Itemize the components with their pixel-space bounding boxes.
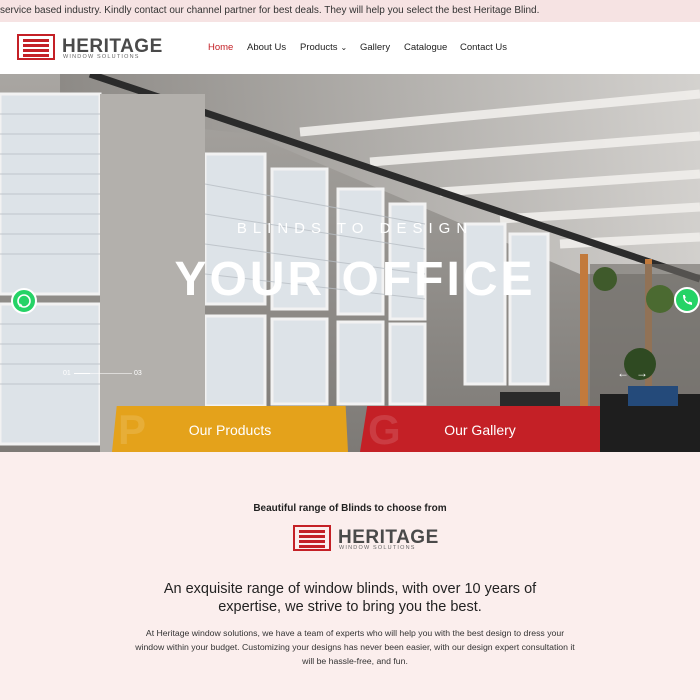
- slide-total: 03: [134, 370, 142, 377]
- phone-icon[interactable]: [674, 287, 700, 313]
- section-body-text: At Heritage window solutions, we have a …: [135, 628, 575, 666]
- whatsapp-icon[interactable]: [11, 288, 37, 314]
- nav-contact-us[interactable]: Contact Us: [460, 42, 507, 53]
- hero-subtitle: BLINDS TO DESIGN: [236, 220, 474, 237]
- section-logo-tagline: WINDOW SOLUTIONS: [339, 545, 416, 551]
- cta-products-watermark: P: [118, 406, 147, 452]
- slide-progress-fill: [74, 373, 90, 374]
- hero-slider: BLINDS TO DESIGN YOUR OFFICE 01 03 ← → P…: [0, 74, 700, 452]
- arrow-right-icon[interactable]: →: [636, 366, 648, 380]
- nav-catalogue[interactable]: Catalogue: [404, 42, 447, 53]
- section-kicker: Beautiful range of Blinds to choose from: [253, 503, 447, 514]
- window-blind-icon: [293, 525, 331, 551]
- nav-products-label: Products: [300, 42, 338, 53]
- window-blind-icon: [17, 34, 55, 60]
- our-gallery-label: Our Gallery: [444, 422, 516, 438]
- site-header: HERITAGE WINDOW SOLUTIONS Home About Us …: [0, 22, 700, 74]
- nav-gallery[interactable]: Gallery: [360, 42, 390, 53]
- nav-home[interactable]: Home: [208, 42, 233, 53]
- cta-gallery-watermark: G: [368, 406, 401, 452]
- nav-about-us[interactable]: About Us: [247, 42, 286, 53]
- chevron-down-icon: ⌄: [340, 43, 348, 52]
- slide-current: 01: [63, 370, 71, 377]
- our-products-label: Our Products: [188, 422, 272, 438]
- site-logo[interactable]: HERITAGE WINDOW SOLUTIONS: [17, 34, 162, 62]
- our-gallery-button[interactable]: G Our Gallery: [360, 406, 600, 452]
- section-heading: An exquisite range of window blinds, wit…: [163, 581, 537, 615]
- logo-tagline: WINDOW SOLUTIONS: [63, 54, 140, 60]
- section-logo: HERITAGE WINDOW SOLUTIONS: [293, 525, 438, 553]
- our-products-button[interactable]: P Our Products: [112, 406, 348, 452]
- announcement-text: service based industry. Kindly contact o…: [0, 5, 540, 16]
- hero-title: YOUR OFFICE: [174, 253, 536, 306]
- arrow-left-icon[interactable]: ←: [617, 366, 629, 380]
- announcement-bar: service based industry. Kindly contact o…: [0, 0, 700, 22]
- nav-products[interactable]: Products ⌄: [300, 42, 347, 53]
